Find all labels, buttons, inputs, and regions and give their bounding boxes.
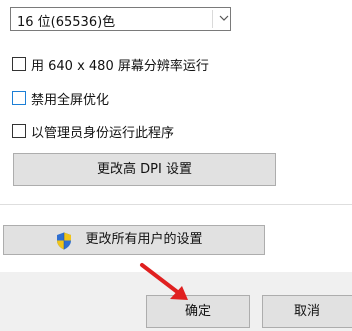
select-separator bbox=[212, 10, 213, 28]
option-disable-fullscreen-opt-label: 禁用全屏优化 bbox=[31, 93, 110, 108]
section-divider bbox=[0, 204, 352, 205]
option-640x480-label: 用 640 x 480 屏幕分辨率运行 bbox=[31, 59, 209, 74]
color-mode-select[interactable]: 16 位(65536)色 bbox=[10, 7, 231, 31]
red-arrow-icon bbox=[140, 263, 188, 300]
option-run-as-admin-label: 以管理员身份运行此程序 bbox=[31, 126, 175, 141]
change-high-dpi-button[interactable]: 更改高 DPI 设置 bbox=[13, 153, 276, 186]
checkbox-640x480[interactable] bbox=[12, 57, 26, 71]
chevron-down-icon[interactable] bbox=[219, 13, 229, 23]
change-high-dpi-label: 更改高 DPI 设置 bbox=[97, 162, 192, 177]
checkbox-run-as-admin[interactable] bbox=[12, 124, 26, 138]
change-all-users-button[interactable]: 更改所有用户的设置 bbox=[3, 225, 265, 255]
change-all-users-label: 更改所有用户的设置 bbox=[85, 232, 203, 247]
ok-label: 确定 bbox=[184, 304, 211, 319]
uac-shield-icon bbox=[57, 232, 71, 250]
cancel-button[interactable]: 取消 bbox=[262, 295, 352, 328]
checkbox-disable-fullscreen-opt[interactable] bbox=[12, 91, 26, 105]
cancel-label: 取消 bbox=[293, 304, 320, 319]
color-mode-value: 16 位(65536)色 bbox=[17, 15, 116, 30]
